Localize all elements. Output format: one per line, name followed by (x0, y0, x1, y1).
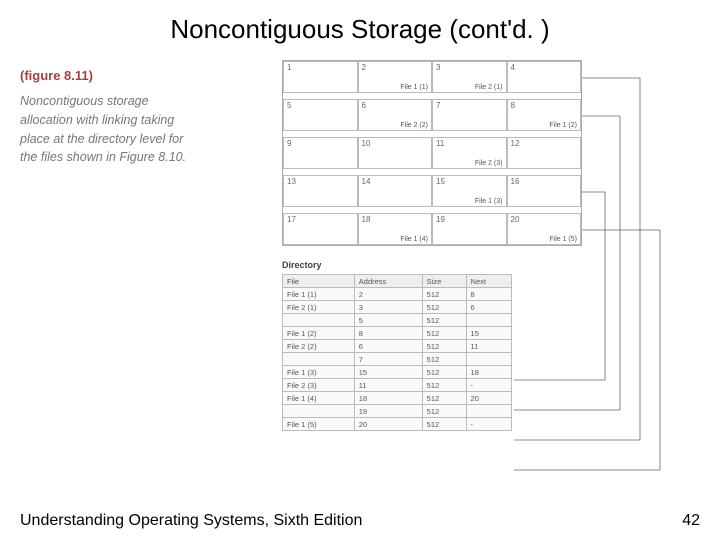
table-row: File 1 (2)851215 (283, 327, 512, 340)
table-row: 19512 (283, 405, 512, 418)
table-row: 5512 (283, 314, 512, 327)
grid-cell: 14 (358, 175, 433, 207)
page-number: 42 (682, 512, 700, 530)
sector-grid: 12File 1 (1)3File 2 (1)4 56File 2 (2)78Fi… (282, 60, 582, 246)
slide-footer: Understanding Operating Systems, Sixth E… (20, 512, 700, 530)
grid-cell: 15File 1 (3) (432, 175, 507, 207)
dir-col-header: File (283, 275, 355, 288)
table-row: File 1 (5)20512- (283, 418, 512, 431)
grid-cell: 8File 1 (2) (507, 99, 582, 131)
grid-cell: 12 (507, 137, 582, 169)
grid-cell: 19 (432, 213, 507, 245)
grid-cell: 17 (283, 213, 358, 245)
grid-cell: 1 (283, 61, 358, 93)
table-row: File 1 (1)25128 (283, 288, 512, 301)
table-row: File 1 (4)1851220 (283, 392, 512, 405)
grid-cell: 16 (507, 175, 582, 207)
grid-cell: 13 (283, 175, 358, 207)
slide-title: Noncontiguous Storage (cont'd. ) (0, 0, 720, 45)
grid-cell: 10 (358, 137, 433, 169)
grid-cell: 18File 1 (4) (358, 213, 433, 245)
directory-heading: Directory (282, 260, 322, 270)
footer-text: Understanding Operating Systems, Sixth E… (20, 512, 362, 530)
table-row: File 2 (2)651211 (283, 340, 512, 353)
grid-cell: 6File 2 (2) (358, 99, 433, 131)
table-row: File 2 (3)11512- (283, 379, 512, 392)
grid-cell: 3File 2 (1) (432, 61, 507, 93)
dir-col-header: Address (354, 275, 422, 288)
table-row: 7512 (283, 353, 512, 366)
grid-cell: 5 (283, 99, 358, 131)
grid-cell: 20File 1 (5) (507, 213, 582, 245)
dir-col-header: Size (422, 275, 466, 288)
slide-content: (figure 8.11) Noncontiguous storage allo… (20, 60, 700, 500)
table-row: File 2 (1)35126 (283, 301, 512, 314)
grid-cell: 2File 1 (1) (358, 61, 433, 93)
grid-cell: 7 (432, 99, 507, 131)
table-row: File 1 (3)1551218 (283, 366, 512, 379)
grid-cell: 4 (507, 61, 582, 93)
figure-label: (figure 8.11) (20, 68, 93, 83)
figure-caption: Noncontiguous storage allocation with li… (20, 92, 190, 167)
grid-cell: 11File 2 (3) (432, 137, 507, 169)
grid-cell: 9 (283, 137, 358, 169)
directory-table: FileAddressSizeNextFile 1 (1)25128File 2… (282, 274, 512, 431)
dir-col-header: Next (466, 275, 511, 288)
